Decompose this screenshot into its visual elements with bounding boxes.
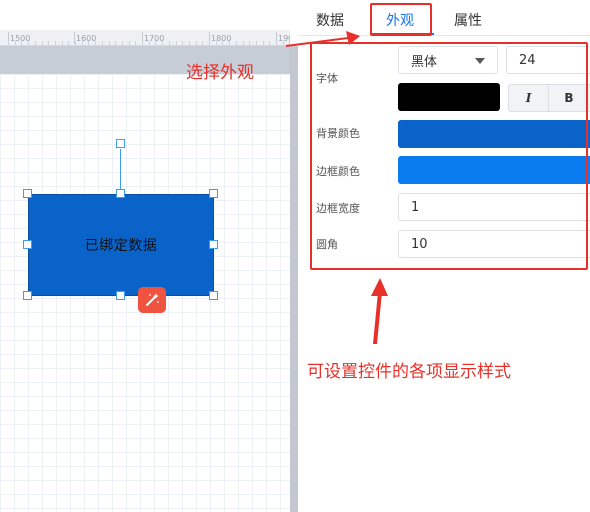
magic-wand-icon [146,293,159,306]
border-color-label: 边框颜色 [316,165,360,178]
caret-down-icon [475,58,485,64]
ruler-minor-tick [215,41,217,45]
active-tab-indicator [372,33,434,35]
resize-handle-bottom-right[interactable] [209,291,218,300]
ruler-minor-tick [75,41,76,45]
bold-button[interactable]: B [549,85,589,111]
font-size-value: 24 [519,52,536,68]
resize-handle-left[interactable] [23,240,32,249]
ruler-minor-tick [155,41,157,45]
resize-handle-right[interactable] [209,240,218,249]
border-width-label: 边框宽度 [316,202,360,215]
style-note-annotation: 可设置控件的各项显示样式 [307,362,511,382]
widget-text: 已绑定数据 [84,238,158,254]
ruler-minor-tick [269,41,271,45]
selected-widget[interactable]: 已绑定数据 [28,194,214,296]
ruler-tick: 1900 [278,34,290,43]
ruler-minor-tick [182,41,184,45]
ruler-minor-tick [88,41,90,45]
ruler-minor-tick [235,41,237,45]
rotation-handle[interactable] [116,139,125,148]
tab-properties[interactable]: 属性 [454,10,482,30]
ruler-minor-tick [68,41,70,45]
ruler-minor-tick [195,41,197,45]
ruler-minor-tick [135,41,137,45]
italic-button[interactable]: I [509,85,549,111]
magic-wand-button[interactable] [138,287,166,313]
corner-radius-input[interactable]: 10 [398,230,590,258]
corner-radius-value: 10 [411,236,428,252]
ruler-minor-tick [276,41,277,45]
ruler-minor-tick [81,41,83,45]
select-appearance-annotation: 选择外观 [186,63,254,83]
font-color-picker[interactable] [398,83,500,111]
ruler-minor-tick [142,41,143,45]
font-family-value: 黑体 [411,54,438,70]
font-style-buttons: I B [508,84,590,112]
ruler-minor-tick [249,41,251,45]
ruler-minor-tick [128,41,130,45]
ruler-minor-tick [209,41,210,45]
resize-handle-top-right[interactable] [209,189,218,198]
background-color-picker[interactable] [398,120,590,148]
border-color-picker[interactable] [398,156,590,184]
ruler-minor-tick [95,41,97,45]
ruler-minor-tick [229,41,231,45]
border-width-input[interactable]: 1 [398,193,590,221]
ruler-minor-tick [242,41,244,45]
ruler-minor-tick [202,41,204,45]
resize-handle-top-left[interactable] [23,189,32,198]
border-width-value: 1 [411,199,420,215]
resize-handle-top[interactable] [116,189,125,198]
ruler-minor-tick [48,41,50,45]
canvas-top-strip [0,0,290,30]
ruler-minor-tick [14,41,16,45]
font-family-select[interactable]: 黑体 [398,46,498,74]
background-color-label: 背景颜色 [316,127,360,140]
ruler-minor-tick [34,41,36,45]
ruler-minor-tick [222,41,224,45]
ruler-minor-tick [262,41,264,45]
ruler-minor-tick [61,41,63,45]
canvas-vertical-scrollbar[interactable] [290,46,298,512]
ruler-minor-tick [101,41,103,45]
resize-handle-bottom-left[interactable] [23,291,32,300]
resize-handle-bottom[interactable] [116,291,125,300]
ruler-minor-tick [282,41,284,45]
ruler-minor-tick [115,41,117,45]
ruler-minor-tick [21,41,23,45]
tab-appearance[interactable]: 外观 [386,10,414,30]
ruler-minor-tick [255,41,257,45]
ruler-minor-tick [188,41,190,45]
ruler-minor-tick [162,41,164,45]
ruler-minor-tick [54,41,56,45]
tab-data[interactable]: 数据 [316,10,344,30]
ruler-minor-tick [41,41,43,45]
rotation-line [120,149,121,194]
ruler-minor-tick [28,41,30,45]
panel-tabs: 数据 外观 属性 [298,0,590,36]
ruler-minor-tick [289,41,290,45]
properties-panel: 数据 外观 属性 字体 黑体 24 I B 背景颜色 边框颜色 边框宽度 1 圆… [298,0,590,512]
ruler-minor-tick [108,41,110,45]
ruler-minor-tick [168,41,170,45]
font-size-input[interactable]: 24 [506,46,590,74]
corner-radius-label: 圆角 [316,238,338,251]
ruler-tick: 1600 [76,34,97,43]
ruler-minor-tick [175,41,177,45]
font-label: 字体 [316,72,338,85]
horizontal-ruler: 1500 1600 1700 1800 1900 [0,30,290,46]
ruler-minor-tick [148,41,150,45]
ruler-minor-tick [121,41,123,45]
ruler-minor-tick [8,41,9,45]
